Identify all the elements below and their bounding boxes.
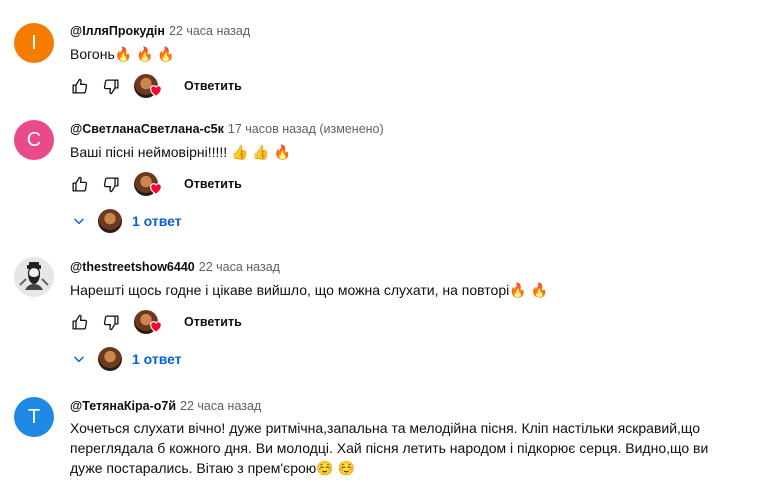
creator-heart — [134, 310, 162, 334]
comment-header: @ІлляПрокудін 22 часа назад — [70, 24, 250, 38]
edited-label: (изменено) — [319, 122, 384, 136]
avatar[interactable]: C — [14, 120, 54, 160]
comment-actions: Ответить — [70, 171, 242, 197]
comment-header: @ТетянаКіра-о7й 22 часа назад — [70, 399, 261, 413]
comment-actions: Ответить — [70, 309, 242, 335]
comment-text: Ваші пісні неймовірні!!!!! 👍 👍 🔥 — [70, 144, 292, 160]
heart-icon — [149, 320, 163, 338]
avatar[interactable]: I — [14, 23, 54, 63]
comment-actions: Ответить — [70, 73, 242, 99]
comment-time[interactable]: 22 часа назад — [199, 260, 280, 274]
author-handle[interactable]: @СветланаСветлана-с5к — [70, 122, 224, 136]
reply-button[interactable]: Ответить — [184, 79, 242, 93]
comment-text: Вогонь🔥 🔥 🔥 — [70, 46, 175, 62]
view-replies-button[interactable]: 1 ответ — [70, 208, 182, 234]
comment-header: @thestreetshow6440 22 часа назад — [70, 260, 280, 274]
author-handle[interactable]: @thestreetshow6440 — [70, 260, 195, 274]
comment-time[interactable]: 17 часов назад — [228, 122, 316, 136]
heart-icon — [149, 84, 163, 102]
creator-avatar — [98, 209, 122, 233]
avatar[interactable] — [14, 257, 54, 297]
reply-button[interactable]: Ответить — [184, 177, 242, 191]
like-icon[interactable] — [70, 313, 88, 331]
replies-count: 1 ответ — [132, 213, 182, 229]
creator-heart — [134, 172, 162, 196]
chevron-down-icon — [70, 212, 88, 230]
like-icon[interactable] — [70, 77, 88, 95]
comment-header: @СветланаСветлана-с5к 17 часов назад (изм… — [70, 122, 384, 136]
bearded-man-icon — [14, 257, 54, 297]
replies-count: 1 ответ — [132, 351, 182, 367]
author-handle[interactable]: @ІлляПрокудін — [70, 24, 165, 38]
comment-text: Хочеться слухати вічно! дуже ритмічна,за… — [70, 420, 709, 476]
comment-text: Нарешті щось годне і цікаве вийшло, що м… — [70, 282, 548, 298]
view-replies-button[interactable]: 1 ответ — [70, 346, 182, 372]
author-handle[interactable]: @ТетянаКіра-о7й — [70, 399, 176, 413]
dislike-icon[interactable] — [102, 313, 120, 331]
comment-time[interactable]: 22 часа назад — [180, 399, 261, 413]
comment-time[interactable]: 22 часа назад — [169, 24, 250, 38]
creator-avatar — [98, 347, 122, 371]
reply-button[interactable]: Ответить — [184, 315, 242, 329]
avatar[interactable]: T — [14, 397, 54, 437]
dislike-icon[interactable] — [102, 77, 120, 95]
creator-heart — [134, 74, 162, 98]
heart-icon — [149, 182, 163, 200]
dislike-icon[interactable] — [102, 175, 120, 193]
like-icon[interactable] — [70, 175, 88, 193]
chevron-down-icon — [70, 350, 88, 368]
